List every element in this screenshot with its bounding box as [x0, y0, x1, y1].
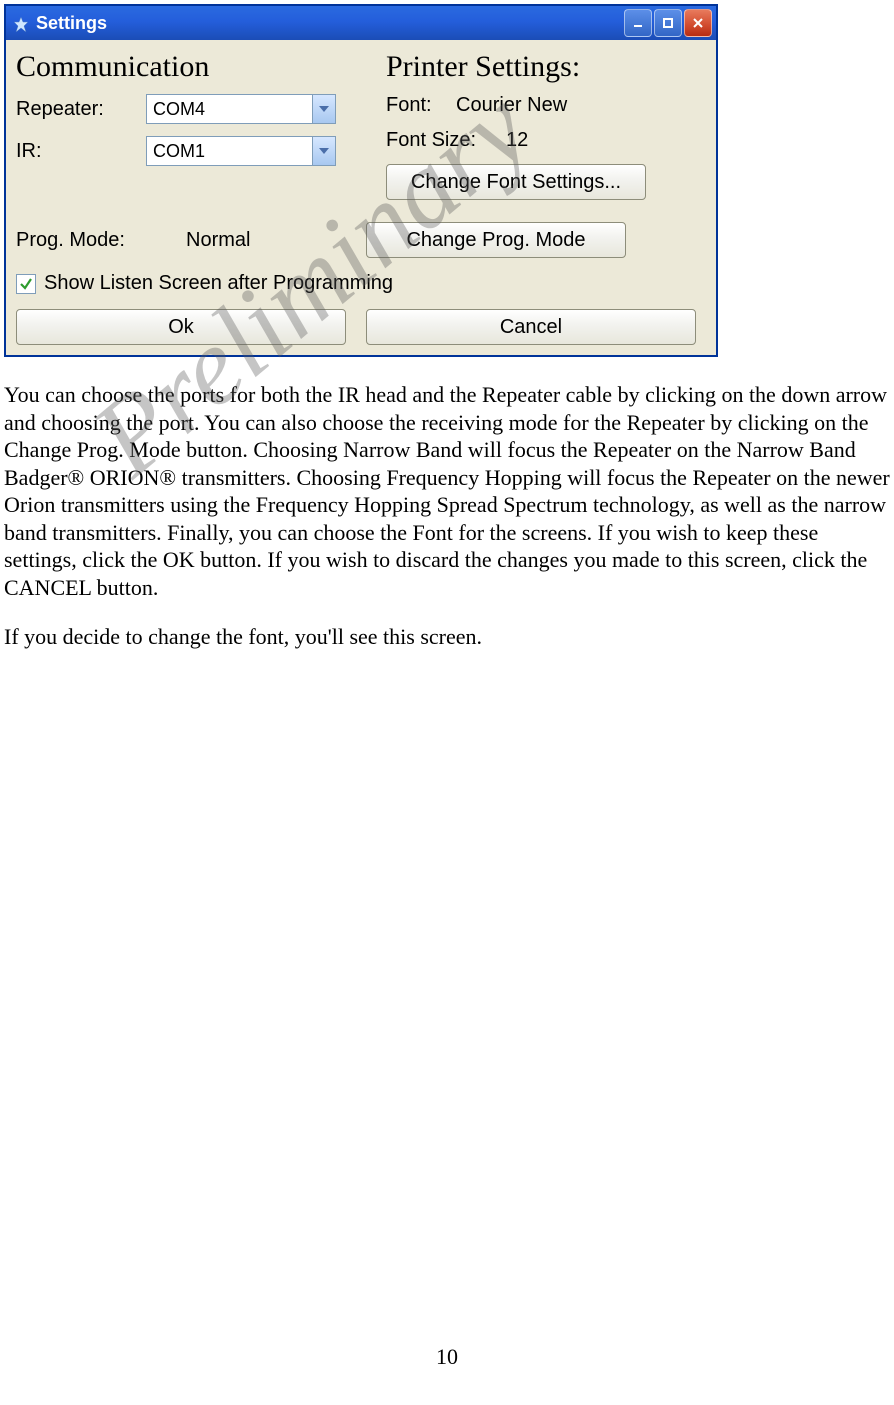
ir-value: COM1	[147, 141, 312, 162]
ir-combobox[interactable]: COM1	[146, 136, 336, 166]
fontsize-label: Font Size:	[386, 129, 506, 152]
titlebar: Settings	[6, 6, 716, 40]
maximize-button[interactable]	[654, 9, 682, 37]
paragraph-1: You can choose the ports for both the IR…	[4, 381, 890, 601]
font-value: Courier New	[456, 94, 567, 117]
settings-dialog: Settings Communication Repeater: CO	[4, 4, 718, 357]
cancel-button[interactable]: Cancel	[366, 309, 696, 345]
repeater-combobox[interactable]: COM4	[146, 94, 336, 124]
document-body: You can choose the ports for both the IR…	[4, 381, 890, 651]
paragraph-2: If you decide to change the font, you'll…	[4, 623, 890, 651]
change-prog-mode-button[interactable]: Change Prog. Mode	[366, 222, 626, 258]
page-number: 10	[0, 1344, 894, 1370]
repeater-value: COM4	[147, 99, 312, 120]
ok-button[interactable]: Ok	[16, 309, 346, 345]
ir-label: IR:	[16, 140, 146, 163]
chevron-down-icon	[312, 95, 335, 123]
show-listen-checkbox[interactable]	[16, 274, 36, 294]
close-button[interactable]	[684, 9, 712, 37]
repeater-label: Repeater:	[16, 98, 146, 121]
change-font-button[interactable]: Change Font Settings...	[386, 164, 646, 200]
printer-settings-heading: Printer Settings:	[386, 50, 706, 84]
prog-mode-label: Prog. Mode:	[16, 229, 186, 252]
fontsize-value: 12	[506, 129, 528, 152]
font-label: Font:	[386, 94, 456, 117]
window-title: Settings	[36, 13, 622, 34]
communication-heading: Communication	[16, 50, 366, 84]
chevron-down-icon	[312, 137, 335, 165]
app-icon	[12, 14, 30, 32]
minimize-button[interactable]	[624, 9, 652, 37]
prog-mode-value: Normal	[186, 229, 366, 252]
show-listen-label: Show Listen Screen after Programming	[44, 272, 393, 295]
